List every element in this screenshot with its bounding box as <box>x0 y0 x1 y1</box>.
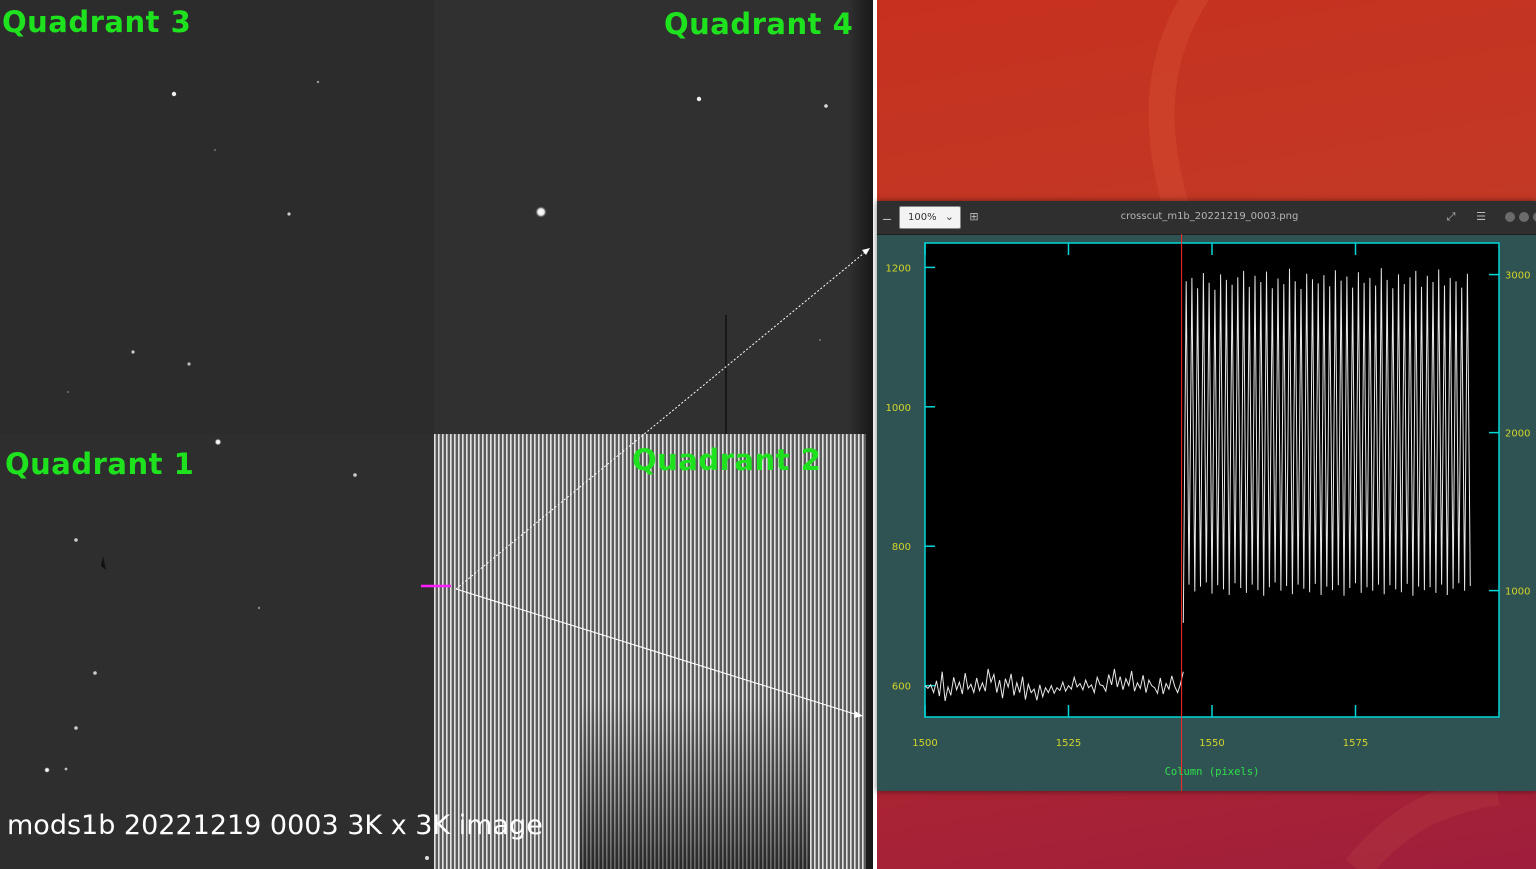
window-dot-icon[interactable] <box>1519 212 1529 222</box>
y-tick-label: 800 <box>892 542 911 553</box>
y2-tick-label: 1000 <box>1505 587 1530 598</box>
quadrant-4-label: Quadrant 4 <box>664 7 854 41</box>
quadrant-2-label: Quadrant 2 <box>632 443 822 477</box>
y2-tick-label: 3000 <box>1505 271 1530 282</box>
crosscut-plot: 600 800 1000 1200 1000 2000 3000 1500 1525 1550… <box>886 234 1530 791</box>
viewer-toolbar: ⚊ 100% ⌄ ⊞ crosscut_m1b_20221219_0003.pn… <box>877 201 1536 235</box>
ccd-image <box>0 0 873 869</box>
zoom-value: 100% <box>908 212 937 223</box>
x-tick-label: 1575 <box>1343 738 1368 749</box>
x-tick-label: 1550 <box>1199 738 1224 749</box>
y-tick-label: 1200 <box>886 263 911 274</box>
menu-icon[interactable]: ☰ <box>1474 210 1488 224</box>
zoom-select[interactable]: 100% ⌄ <box>899 206 961 229</box>
quadrant-1-label: Quadrant 1 <box>5 447 195 481</box>
window-dot-icon[interactable] <box>1505 212 1515 222</box>
quadrant-3-label: Quadrant 3 <box>2 5 192 39</box>
x-tick-label: 1525 <box>1056 738 1081 749</box>
chevron-down-icon: ⌄ <box>944 210 954 223</box>
plot-area <box>924 242 1500 718</box>
image-caption: mods1b 20221219 0003 3K x 3K image <box>7 810 543 841</box>
y2-tick-label: 2000 <box>1505 429 1530 440</box>
y-tick-label: 600 <box>892 682 911 693</box>
zoom-out-icon[interactable]: ⚊ <box>880 210 894 224</box>
image-viewer-window: ⚊ 100% ⌄ ⊞ crosscut_m1b_20221219_0003.pn… <box>877 201 1536 791</box>
y-tick-label: 1000 <box>886 403 911 414</box>
ccd-image-panel: Quadrant 3 Quadrant 4 Quadrant 1 Quadran… <box>0 0 873 869</box>
x-axis-label: Column (pixels) <box>1165 766 1260 778</box>
window-title: crosscut_m1b_20221219_0003.png <box>1120 211 1299 222</box>
fullscreen-icon[interactable]: ⤢ <box>1444 210 1458 224</box>
quadrant-2-striped-region <box>434 434 866 869</box>
x-tick-label: 1500 <box>912 738 937 749</box>
zoom-in-icon[interactable]: ⊞ <box>967 210 981 224</box>
